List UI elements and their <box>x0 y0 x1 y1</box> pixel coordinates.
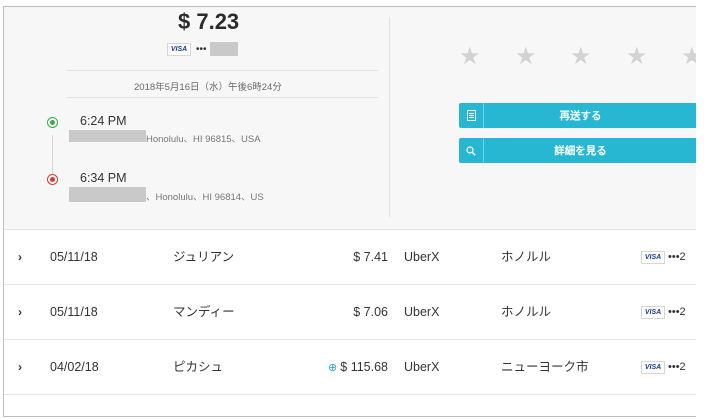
trips-panel: $ 7.23 VISA ••• 2018年5月16日（水）午後6時24分 6:2… <box>3 6 696 417</box>
redacted-card-digits <box>209 42 238 56</box>
rider-name: ジュリアン <box>173 250 235 264</box>
resend-receipt-button[interactable]: 再送する <box>459 103 696 128</box>
card-mask: ••• <box>196 43 207 55</box>
trip-city: ホノルル <box>501 305 552 319</box>
rating-star-1-icon[interactable]: ★ <box>459 45 481 69</box>
trip-amount-value: $ 7.06 <box>353 305 388 319</box>
trip-amount: $ 7.41 <box>353 230 388 284</box>
trip-timestamp: 2018年5月16日（水）午後6時24分 <box>134 82 282 93</box>
trip-detail: $ 7.23 VISA ••• 2018年5月16日（水）午後6時24分 6:2… <box>4 7 696 230</box>
trip-product: UberX <box>404 305 440 319</box>
trip-amount: $ 7.06 <box>353 285 388 339</box>
visa-card-icon: VISA <box>167 42 191 56</box>
visa-card-icon: VISA <box>641 305 665 319</box>
fare-amount: $ 7.23 <box>178 9 240 34</box>
rating-star-2-icon[interactable]: ★ <box>515 45 537 69</box>
trip-city: ホノルル <box>501 250 552 264</box>
search-icon <box>459 138 484 163</box>
resend-label: 再送する <box>559 110 602 122</box>
card-mask: •••2 <box>668 361 686 373</box>
detail-column-divider <box>389 17 390 217</box>
expand-chevron-icon[interactable]: › <box>18 340 22 394</box>
redacted-pickup-street <box>69 130 146 142</box>
dropoff-address: 、Honolulu、HI 96814、US <box>146 192 264 203</box>
redacted-dropoff-street <box>69 187 146 202</box>
trip-payment: VISA •••2 <box>641 230 686 284</box>
view-details-button[interactable]: 詳細を見る <box>459 138 696 163</box>
trip-product: UberX <box>404 250 440 264</box>
table-row[interactable]: › 04/02/18 ピカシュ ⊕ $ 115.68 UberX ニューヨーク市 … <box>4 340 696 395</box>
promo-icon: ⊕ <box>328 362 338 374</box>
trip-amount-value: $ 115.68 <box>340 360 388 374</box>
trip-amount: ⊕ $ 115.68 <box>328 340 388 395</box>
visa-card-icon: VISA <box>641 250 665 264</box>
trip-amount-value: $ 7.41 <box>353 250 388 264</box>
dropoff-time: 6:34 PM <box>80 171 127 185</box>
trip-product: UberX <box>404 360 440 374</box>
timestamp-divider <box>66 97 378 98</box>
payment-method: VISA ••• <box>167 42 238 56</box>
fare-divider <box>66 70 378 71</box>
expand-chevron-icon[interactable]: › <box>18 230 22 284</box>
rating-star-4-icon[interactable]: ★ <box>626 45 648 69</box>
trip-city: ニューヨーク市 <box>501 360 589 374</box>
trip-date: 05/11/18 <box>50 250 98 264</box>
pickup-time: 6:24 PM <box>80 114 127 128</box>
expand-chevron-icon[interactable]: › <box>18 285 22 339</box>
rider-name: マンディー <box>173 305 235 319</box>
dropoff-pin-icon <box>47 174 58 185</box>
pickup-address: Honolulu、HI 96815、USA <box>146 134 261 145</box>
trip-list: › 05/11/18 ジュリアン $ 7.41 UberX ホノルル VISA … <box>4 230 696 395</box>
card-mask: •••2 <box>668 306 686 318</box>
rating-star-5-icon[interactable]: ★ <box>681 45 696 69</box>
table-row[interactable]: › 05/11/18 ジュリアン $ 7.41 UberX ホノルル VISA … <box>4 230 696 285</box>
rating-star-3-icon[interactable]: ★ <box>570 45 592 69</box>
receipt-icon <box>459 103 484 128</box>
trip-date: 04/02/18 <box>50 360 99 374</box>
visa-card-icon: VISA <box>641 360 665 374</box>
view-details-label: 詳細を見る <box>554 145 607 157</box>
card-mask: •••2 <box>668 251 686 263</box>
trip-payment: VISA •••2 <box>641 340 686 394</box>
trip-payment: VISA •••2 <box>641 285 686 339</box>
rider-name: ピカシュ <box>173 360 224 374</box>
trip-date: 05/11/18 <box>50 305 98 319</box>
table-row[interactable]: › 05/11/18 マンディー $ 7.06 UberX ホノルル VISA … <box>4 285 696 340</box>
pickup-pin-icon <box>47 117 58 128</box>
